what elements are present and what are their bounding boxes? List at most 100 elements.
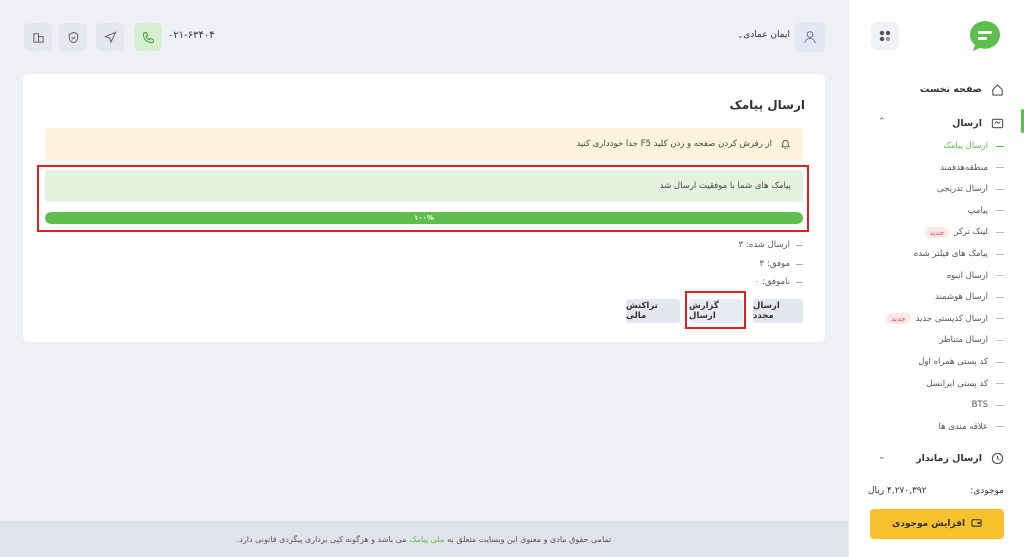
- sidebar-subitem[interactable]: ارسال انبوه: [848, 267, 1024, 285]
- dash-icon: [996, 296, 1004, 298]
- bell-icon: [780, 139, 791, 150]
- sidebar-item-label: ارسال زماندار: [916, 452, 982, 464]
- apps-grid-icon: [879, 30, 891, 42]
- sidebar-subitem[interactable]: کد پستی ایرانسل: [848, 375, 1024, 393]
- sidebar-item-home[interactable]: صفحه نخست: [848, 78, 1024, 100]
- sidebar-subitem[interactable]: پیامپ: [848, 202, 1024, 220]
- sidebar-subitem-label: ارسال تدریجی: [937, 184, 988, 195]
- sidebar-subitem-label: کد پستی ایرانسل: [926, 378, 988, 389]
- resend-button[interactable]: ارسال مجدد: [753, 299, 803, 323]
- user-name[interactable]: ایمان عمادی: [736, 30, 790, 40]
- stat-success: موفق: ۳: [603, 259, 803, 269]
- footer: تمامی حقوق مادی و معنوی این وبسایت متعلق…: [0, 521, 848, 557]
- dash-icon: [996, 210, 1004, 212]
- stat-value: ۳: [759, 259, 765, 269]
- button-label: تراکنش مالی: [626, 301, 658, 321]
- sidebar-subitem[interactable]: کد پستی همراه اول: [848, 353, 1024, 371]
- sidebar-subitem-label: پیامپ: [967, 205, 988, 216]
- footer-text: تمامی حقوق مادی و معنوی این وبسایت متعلق…: [447, 534, 612, 544]
- chevron-up-icon[interactable]: ⌃: [878, 117, 886, 127]
- dash-icon: [996, 231, 1004, 233]
- dash-icon: [996, 275, 1004, 277]
- send-button[interactable]: [96, 23, 124, 51]
- dash-icon: [996, 253, 1004, 255]
- apps-grid-button[interactable]: [871, 22, 899, 50]
- sidebar-subitem-label: BTS: [971, 400, 988, 411]
- highlight-frame-success: [37, 165, 809, 232]
- phone-button[interactable]: [134, 23, 162, 51]
- footer-brand-link[interactable]: ملی پیامک: [410, 535, 445, 544]
- sidebar-subitem[interactable]: علاقه مندی ها: [848, 418, 1024, 436]
- sidebar-subitem[interactable]: پیامک های فیلتر شده: [848, 245, 1024, 263]
- footer-text: می باشد و هرگونه کپی برداری پیگردی قانون…: [236, 534, 407, 544]
- dash-icon: [996, 404, 1004, 406]
- balance-value: ۴,۲۷۰,۳۹۲ ریال: [868, 486, 927, 496]
- dash-icon: [996, 318, 1004, 320]
- dash-icon: [996, 426, 1004, 428]
- wallet-icon: [971, 517, 982, 531]
- sidebar-subitem[interactable]: ارسال هوشمند: [848, 288, 1024, 306]
- shield-button[interactable]: [59, 23, 87, 51]
- sidebar-subitem[interactable]: ارسال متناظر: [848, 331, 1024, 349]
- sidebar-subitem[interactable]: ارسال تدریجی: [848, 180, 1024, 198]
- stat-label: ارسال شده:: [746, 240, 790, 250]
- building-icon: [32, 32, 44, 43]
- sidebar-item-scheduled[interactable]: ارسال زماندار ⌄: [848, 447, 1024, 469]
- send-sms-card: ارسال پیامک از رفرش کردن صفحه و زدن کلید…: [23, 74, 825, 342]
- home-icon: [990, 82, 1004, 96]
- dash-icon: [996, 188, 1004, 190]
- sidebar: صفحه نخست ارسال ⌃ ارسال پیامک منطقه‌هدفمن…: [848, 0, 1024, 557]
- new-badge: جدید: [924, 226, 950, 238]
- page-title: ارسال پیامک: [729, 98, 805, 112]
- clock-icon: [990, 451, 1004, 465]
- user-icon: [804, 31, 816, 44]
- sidebar-subitem-label: لینک ترکر: [954, 227, 988, 238]
- refresh-warning-alert: از رفرش کردن صفحه و زدن کلید F5 جدا خودد…: [45, 128, 803, 160]
- highlight-frame-report: [685, 291, 746, 329]
- topup-label: افزایش موجودی: [891, 519, 966, 529]
- building-button[interactable]: [24, 23, 52, 51]
- financial-transaction-button[interactable]: تراکنش مالی: [626, 299, 680, 323]
- balance-row: موجودی: ۴,۲۷۰,۳۹۲ ریال: [868, 486, 1004, 496]
- support-phone-number: ۰۲۱-۶۳۴۰۴: [168, 30, 215, 41]
- sidebar-subitem-label: کد پستی همراه اول: [918, 357, 988, 367]
- stat-label: موفق:: [767, 259, 790, 269]
- sidebar-subitem-label: ارسال انبوه: [946, 270, 988, 281]
- sidebar-subitem[interactable]: BTS: [848, 396, 1024, 414]
- message-icon: [990, 116, 1004, 130]
- dash-icon: [996, 339, 1004, 341]
- sidebar-subitem[interactable]: ارسال کدپستی جدید جدید: [848, 310, 1024, 328]
- sidebar-subitem-label: ارسال کدپستی جدید: [915, 313, 988, 324]
- sidebar-item-label: صفحه نخست: [919, 83, 982, 95]
- phone-icon: [142, 31, 154, 43]
- paper-plane-icon: [103, 30, 117, 44]
- stat-value: ۳: [738, 240, 744, 250]
- sidebar-subitem-label: منطقه‌هدفمند: [940, 162, 988, 173]
- sidebar-subitem[interactable]: ارسال پیامک: [848, 137, 1024, 155]
- sidebar-subitem[interactable]: لینک ترکر جدید: [848, 223, 1024, 241]
- stat-value: ۰: [754, 277, 760, 287]
- stat-failed: ناموفق: ۰: [603, 277, 803, 287]
- warning-text: از رفرش کردن صفحه و زدن کلید F5 جدا خودد…: [576, 139, 772, 149]
- sidebar-subitem-label: علاقه مندی ها: [938, 421, 988, 432]
- sidebar-subitem-label: ارسال پیامک: [943, 141, 988, 151]
- balance-label: موجودی:: [970, 486, 1004, 496]
- sidebar-subitem-label: ارسال متناظر: [939, 335, 988, 346]
- dash-icon: [996, 167, 1004, 169]
- button-label: ارسال مجدد: [753, 301, 780, 321]
- topup-button[interactable]: افزایش موجودی: [870, 509, 1004, 539]
- dash-icon: [996, 361, 1004, 363]
- brand-logo-icon[interactable]: [968, 19, 1002, 53]
- dash-icon: [996, 383, 1004, 385]
- stat-sent: ارسال شده: ۳: [603, 240, 803, 250]
- dash-icon: [996, 145, 1004, 147]
- sidebar-item-label: ارسال: [952, 117, 982, 129]
- sidebar-subitem-label: پیامک های فیلتر شده: [913, 249, 988, 259]
- new-badge: جدید: [885, 313, 911, 325]
- chevron-down-icon[interactable]: ⌄: [878, 452, 886, 462]
- avatar[interactable]: [795, 22, 825, 52]
- sidebar-subitem[interactable]: منطقه‌هدفمند: [848, 159, 1024, 177]
- sidebar-item-send[interactable]: ارسال ⌃: [848, 112, 1024, 134]
- sidebar-subitem-label: ارسال هوشمند: [935, 292, 988, 303]
- shield-icon: [68, 31, 78, 43]
